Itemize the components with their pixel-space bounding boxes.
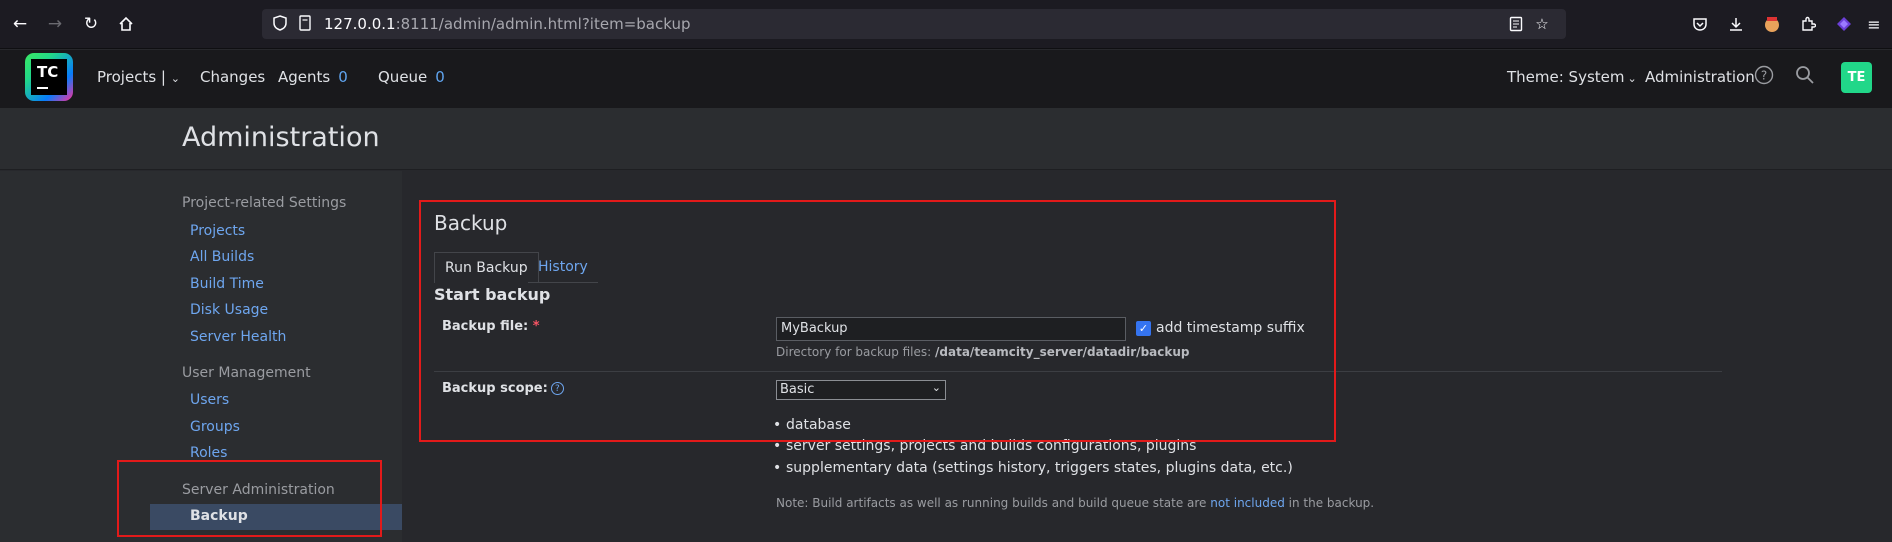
tab-underline <box>528 282 598 283</box>
backup-scope-label-text: Backup scope: <box>442 381 548 396</box>
not-included-link[interactable]: not included <box>1210 496 1285 510</box>
divider <box>434 371 1722 372</box>
pocket-icon[interactable] <box>1688 12 1712 36</box>
scope-item-database: database <box>773 417 851 433</box>
start-backup-heading: Start backup <box>434 285 551 304</box>
reader-view-icon[interactable] <box>1506 14 1526 34</box>
url-text[interactable]: 127.0.0.1:8111/admin/admin.html?item=bac… <box>324 15 690 33</box>
sidebar-item-backup[interactable]: Backup <box>150 504 402 530</box>
user-avatar[interactable]: TE <box>1841 62 1872 93</box>
chevron-down-icon: ⌄ <box>170 72 180 85</box>
directory-hint: Directory for backup files: /data/teamci… <box>776 345 1189 359</box>
sidebar-item-projects[interactable]: Projects <box>190 223 245 239</box>
theme-selector[interactable]: Theme: System ⌄ <box>1507 68 1637 86</box>
app-header: TC Projects | ⌄ Changes Agents 0 Queue 0 T… <box>0 50 1892 108</box>
backup-file-label: Backup file: * <box>442 319 540 334</box>
scope-item-supplementary: supplementary data (settings history, tr… <box>773 460 1293 476</box>
sidebar-item-server-health[interactable]: Server Health <box>190 329 286 345</box>
extensions-puzzle-icon[interactable] <box>1796 12 1820 36</box>
sidebar-group-project-settings: Project-related Settings <box>182 195 347 211</box>
sidebar-item-users[interactable]: Users <box>190 392 229 408</box>
sidebar-item-all-builds[interactable]: All Builds <box>190 249 254 265</box>
directory-hint-text: Directory for backup files: <box>776 345 932 359</box>
chevron-down-icon: ⌄ <box>1627 72 1637 85</box>
backup-scope-select[interactable]: Basic ⌄ <box>776 380 946 400</box>
help-icon[interactable]: ? <box>1754 65 1774 89</box>
bookmark-star-icon[interactable]: ☆ <box>1532 14 1552 34</box>
sidebar-group-server-administration: Server Administration <box>182 482 335 498</box>
sidebar-item-build-time[interactable]: Build Time <box>190 276 264 292</box>
question-help-icon[interactable]: ? <box>550 382 564 395</box>
extension-purple-icon[interactable] <box>1832 12 1856 36</box>
shield-icon[interactable] <box>273 15 289 33</box>
nav-agents-label: Agents <box>278 68 331 86</box>
backup-file-input[interactable]: MyBackup <box>776 317 1126 341</box>
sidebar-item-disk-usage[interactable]: Disk Usage <box>190 302 268 318</box>
home-icon[interactable] <box>112 10 140 38</box>
tab-history[interactable]: History <box>528 252 598 283</box>
directory-path: /data/teamcity_server/datadir/backup <box>935 345 1190 359</box>
page-title: Administration <box>182 122 380 153</box>
reload-icon[interactable]: ↻ <box>77 10 105 38</box>
logo-text: TC <box>37 63 59 81</box>
sidebar-item-roles[interactable]: Roles <box>190 445 227 461</box>
svg-text:?: ? <box>1761 69 1767 83</box>
sidebar-item-groups[interactable]: Groups <box>190 419 240 435</box>
note-suffix: in the backup. <box>1288 496 1375 510</box>
menu-hamburger-icon[interactable]: ≡ <box>1862 12 1886 36</box>
teamcity-logo[interactable]: TC <box>25 53 73 101</box>
section-title: Backup <box>434 211 508 235</box>
nav-changes[interactable]: Changes <box>200 68 265 86</box>
nav-queue[interactable]: Queue 0 <box>378 68 445 86</box>
theme-label: Theme: System <box>1507 68 1625 86</box>
sidebar-group-user-management: User Management <box>182 365 311 381</box>
note-prefix: Note: Build artifacts as well as running… <box>776 496 1207 510</box>
main-content: Backup Run Backup History Start backup B… <box>402 171 1892 542</box>
chevron-down-icon: ⌄ <box>931 381 941 394</box>
agents-count: 0 <box>338 68 348 86</box>
scope-item-settings: server settings, projects and builds con… <box>773 438 1196 454</box>
page-info-icon[interactable] <box>298 15 314 33</box>
nav-agents[interactable]: Agents 0 <box>278 68 348 86</box>
nav-administration[interactable]: Administration <box>1645 68 1755 86</box>
browser-toolbar: ← → ↻ 127.0.0.1:8111/admin/admin.html?it… <box>0 0 1892 49</box>
sidebar: Project-related Settings Projects All Bu… <box>0 171 402 542</box>
extension-fox-icon[interactable] <box>1760 12 1784 36</box>
back-arrow-icon[interactable]: ← <box>6 10 34 38</box>
timestamp-checkbox-label[interactable]: add timestamp suffix <box>1156 320 1305 336</box>
required-mark: * <box>532 319 540 334</box>
queue-count: 0 <box>435 68 445 86</box>
nav-projects[interactable]: Projects | ⌄ <box>97 68 180 86</box>
timestamp-checkbox[interactable]: ✓ <box>1136 321 1151 336</box>
download-icon[interactable] <box>1724 12 1748 36</box>
backup-scope-value: Basic <box>780 382 815 397</box>
tab-run-backup[interactable]: Run Backup <box>434 252 539 283</box>
url-bar[interactable]: 127.0.0.1:8111/admin/admin.html?item=bac… <box>262 9 1566 39</box>
forward-arrow-icon[interactable]: → <box>41 10 69 38</box>
backup-note: Note: Build artifacts as well as running… <box>776 496 1374 510</box>
backup-file-label-text: Backup file: <box>442 319 529 334</box>
nav-projects-label: Projects | <box>97 68 166 86</box>
nav-queue-label: Queue <box>378 68 428 86</box>
sidebar-item-backup-label: Backup <box>190 508 248 524</box>
backup-scope-label: Backup scope:? <box>442 381 564 396</box>
title-band: Administration <box>0 108 1892 170</box>
search-icon[interactable] <box>1795 65 1815 89</box>
